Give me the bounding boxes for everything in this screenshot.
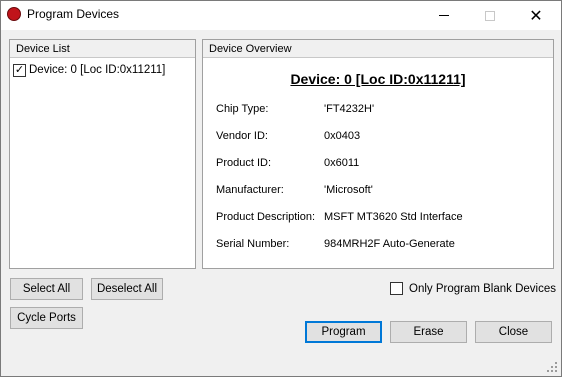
check-icon: ✓ bbox=[14, 63, 25, 76]
product-id-value: 0x6011 bbox=[324, 157, 360, 169]
chip-type-label: Chip Type: bbox=[216, 103, 269, 115]
minimize-button[interactable] bbox=[421, 1, 467, 30]
vendor-id-value: 0x0403 bbox=[324, 130, 361, 142]
device-list-panel: Device List ✓ Device: 0 [Loc ID:0x11211] bbox=[9, 39, 196, 269]
serial-number-label: Serial Number: bbox=[216, 238, 290, 250]
overview-device-title: Device: 0 [Loc ID:0x11211] bbox=[290, 71, 466, 87]
device-list-header: Device List bbox=[10, 40, 195, 58]
manufacturer-label: Manufacturer: bbox=[216, 184, 284, 196]
window-title: Program Devices bbox=[27, 7, 120, 21]
serial-number-value: 984MRH2F Auto-Generate bbox=[324, 238, 455, 250]
device-checkbox[interactable]: ✓ bbox=[13, 63, 26, 77]
only-program-blank-label: Only Program Blank Devices bbox=[409, 282, 556, 295]
select-all-button[interactable]: Select All bbox=[10, 278, 83, 300]
program-button[interactable]: Program bbox=[305, 321, 382, 343]
product-description-label: Product Description: bbox=[216, 211, 316, 223]
app-icon bbox=[7, 7, 21, 21]
device-overview-header: Device Overview bbox=[203, 40, 553, 58]
resize-grip-icon[interactable] bbox=[547, 362, 557, 372]
erase-button[interactable]: Erase bbox=[390, 321, 467, 343]
device-list-item-label: Device: 0 [Loc ID:0x11211] bbox=[29, 64, 166, 76]
vendor-id-label: Vendor ID: bbox=[216, 130, 268, 142]
device-overview-panel: Device Overview Device: 0 [Loc ID:0x1121… bbox=[202, 39, 554, 269]
device-list-item[interactable]: ✓ Device: 0 [Loc ID:0x11211] bbox=[13, 62, 165, 78]
program-devices-window: Program Devices ✕ Device List ✓ Device: … bbox=[0, 0, 562, 377]
maximize-icon bbox=[485, 10, 495, 21]
manufacturer-value: 'Microsoft' bbox=[324, 184, 373, 196]
title-bar[interactable]: Program Devices ✕ bbox=[1, 1, 561, 30]
product-id-label: Product ID: bbox=[216, 157, 272, 169]
device-overview-title: Device Overview bbox=[209, 43, 292, 55]
cycle-ports-button[interactable]: Cycle Ports bbox=[10, 307, 83, 329]
close-button[interactable]: Close bbox=[475, 321, 552, 343]
minimize-icon bbox=[439, 15, 449, 16]
chip-type-value: 'FT4232H' bbox=[324, 103, 375, 115]
device-list-title: Device List bbox=[16, 43, 70, 55]
deselect-all-button[interactable]: Deselect All bbox=[91, 278, 163, 300]
only-program-blank-checkbox[interactable] bbox=[390, 282, 403, 295]
close-icon: ✕ bbox=[529, 7, 543, 25]
close-window-button[interactable]: ✕ bbox=[513, 1, 559, 30]
only-program-blank-option[interactable]: Only Program Blank Devices bbox=[390, 282, 556, 295]
maximize-button bbox=[467, 1, 513, 30]
product-description-value: MSFT MT3620 Std Interface bbox=[324, 211, 463, 223]
